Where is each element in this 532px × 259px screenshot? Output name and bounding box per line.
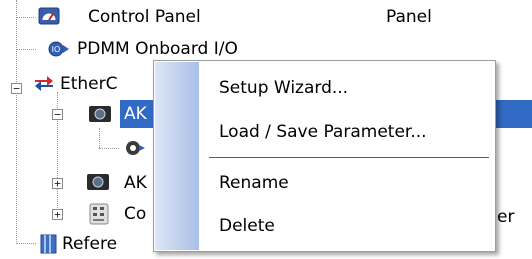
expand-toggle[interactable]: + — [52, 178, 63, 189]
drive-icon — [89, 106, 111, 122]
collapse-toggle[interactable]: − — [52, 109, 63, 120]
menu-item-load-save-parameter[interactable]: Load / Save Parameter... — [219, 120, 427, 144]
drive-icon — [87, 174, 109, 190]
tree-item-pdmm-onboard-io[interactable]: IO PDMM Onboard I/O — [0, 36, 532, 62]
menu-item-setup-wizard[interactable]: Setup Wizard... — [219, 76, 348, 100]
gauge-icon — [38, 7, 60, 25]
book-icon — [40, 234, 57, 254]
menu-separator — [209, 157, 489, 158]
io-link-icon: IO — [48, 41, 69, 57]
ethercat-icon — [35, 76, 53, 91]
context-menu: Setup Wizard... Load / Save Parameter...… — [153, 60, 496, 252]
tree-item-label: AK — [124, 173, 147, 193]
menu-item-rename[interactable]: Rename — [219, 171, 289, 195]
menu-item-delete[interactable]: Delete — [219, 214, 275, 238]
tree-item-label: Refere — [62, 234, 118, 254]
gear-cable-icon — [126, 141, 145, 155]
tree-item-label: AK — [124, 104, 147, 124]
tree-item-type: Panel — [386, 7, 432, 27]
tree-item-control-panel[interactable]: Control Panel Panel — [0, 4, 532, 30]
tree-item-label: Control Panel — [88, 7, 201, 27]
menu-icon-gutter — [155, 62, 199, 250]
tree-item-type: er — [497, 207, 515, 227]
svg-text:IO: IO — [52, 45, 61, 54]
tree-item-label: EtherC — [60, 74, 118, 94]
io-module-icon — [89, 203, 109, 225]
tree-item-label: PDMM Onboard I/O — [77, 39, 238, 59]
tree-item-label: Co — [124, 204, 147, 224]
expand-toggle[interactable]: + — [52, 209, 63, 220]
